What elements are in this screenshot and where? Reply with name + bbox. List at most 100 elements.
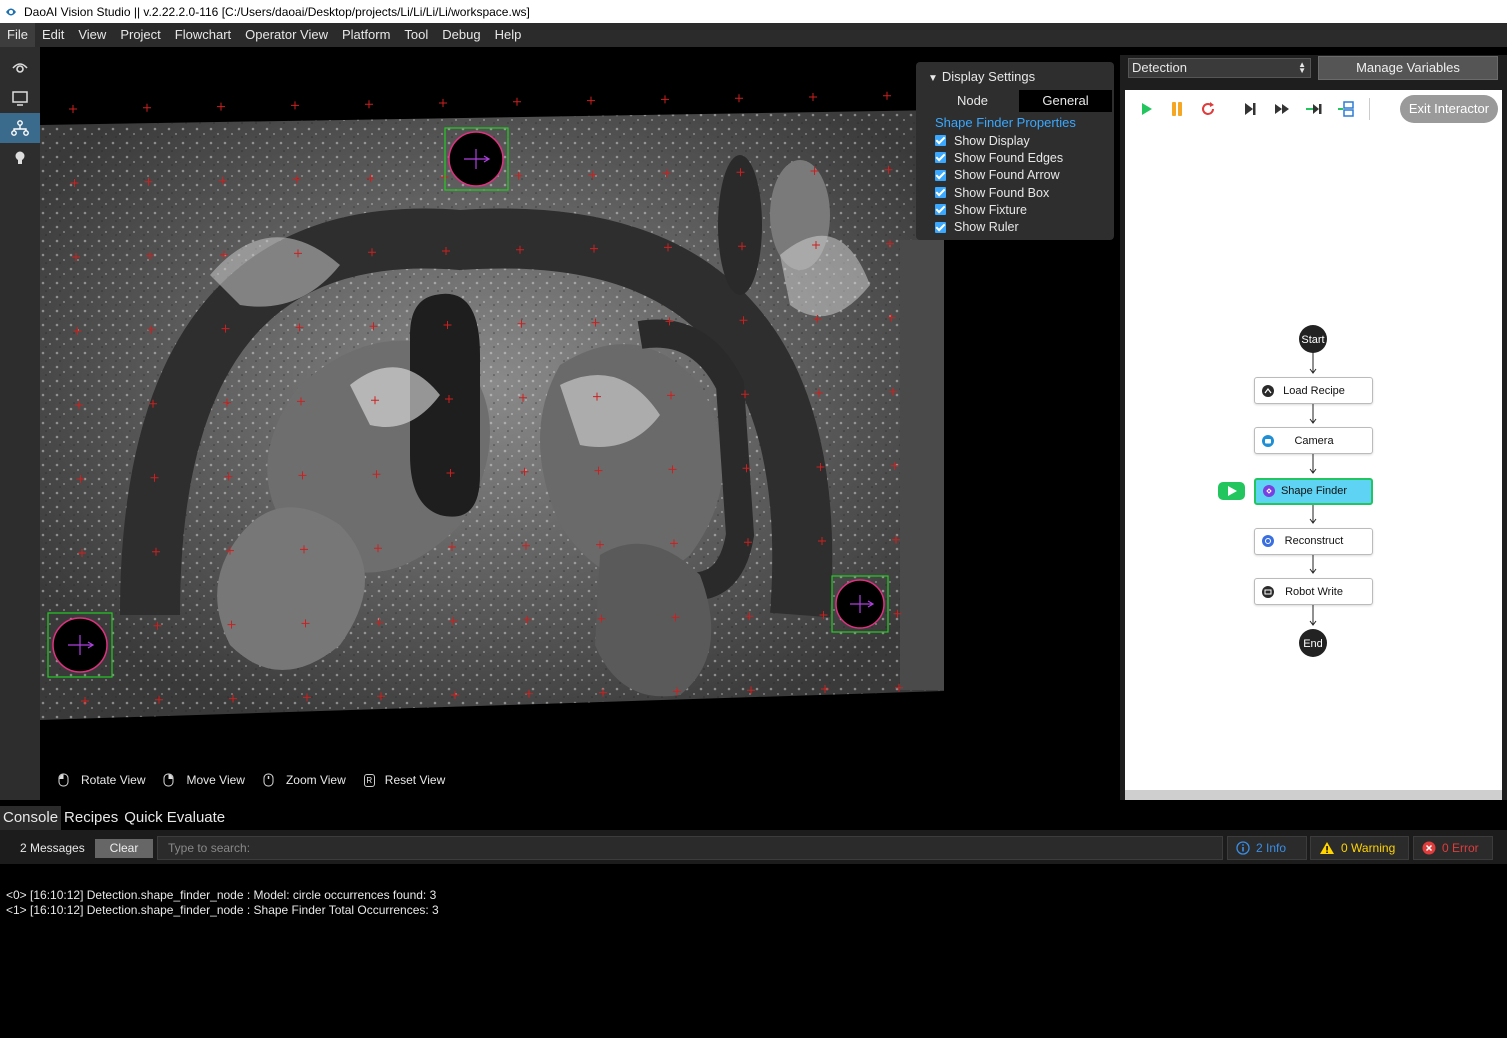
display-options-list: Show Display Show Found Edges Show Found…	[935, 132, 1063, 236]
run-to-node-icon[interactable]	[1305, 100, 1323, 118]
info-filter-button[interactable]: 2 Info	[1227, 836, 1307, 860]
tab-general[interactable]: General	[1019, 90, 1112, 112]
grid-cross	[735, 94, 743, 103]
operator-view-icon[interactable]	[0, 53, 40, 83]
menu-debug[interactable]: Debug	[435, 23, 487, 47]
breakpoint-icon[interactable]	[1337, 100, 1355, 118]
flow-node-shape-finder[interactable]: Shape Finder	[1254, 477, 1373, 505]
collapse-triangle-icon: ▼	[928, 73, 938, 84]
camera-icon	[1262, 434, 1274, 447]
warning-filter-button[interactable]: 0 Warning	[1310, 836, 1409, 860]
restart-icon[interactable]	[1199, 100, 1217, 118]
menu-edit[interactable]: Edit	[35, 23, 71, 47]
flow-node-load-recipe[interactable]: Load Recipe	[1254, 377, 1373, 404]
zoom-view-hint: Zoom View	[263, 773, 346, 787]
flow-node-label: Load Recipe	[1283, 384, 1345, 397]
end-node[interactable]: End	[1299, 629, 1327, 657]
toolbar-divider	[1369, 98, 1370, 120]
manage-variables-button[interactable]: Manage Variables	[1318, 56, 1498, 80]
option-show-found-arrow[interactable]: Show Found Arrow	[935, 167, 1063, 184]
reset-view-label: Reset View	[384, 773, 446, 787]
log-line: <0> [16:10:12] Detection.shape_finder_no…	[6, 888, 437, 902]
r-key-icon: R	[363, 773, 375, 787]
left-sidebar	[0, 47, 40, 800]
grid-cross	[365, 100, 373, 109]
exit-interactor-button[interactable]: Exit Interactor	[1400, 95, 1498, 123]
tab-node[interactable]: Node	[926, 90, 1019, 112]
flow-node-reconstruct[interactable]: Reconstruct	[1254, 527, 1373, 555]
tab-recipes[interactable]: Recipes	[61, 806, 121, 830]
console-search-input[interactable]: Type to search:	[157, 836, 1223, 860]
info-icon	[1236, 841, 1250, 855]
grid-cross	[587, 96, 595, 105]
shape-finder-icon	[1263, 485, 1275, 498]
flow-node-camera[interactable]: Camera	[1254, 427, 1373, 455]
svg-text:End: End	[1303, 638, 1323, 650]
menu-operator-view[interactable]: Operator View	[238, 23, 335, 47]
mouse-left-icon	[58, 773, 69, 787]
window-title: DaoAI Vision Studio || v.2.22.2.0-116 [C…	[24, 4, 530, 19]
option-show-fixture[interactable]: Show Fixture	[935, 201, 1063, 218]
grid-cross	[143, 103, 151, 112]
play-icon[interactable]	[1137, 100, 1155, 118]
message-count: 2 Messages	[20, 841, 85, 855]
move-view-hint: Move View	[163, 773, 245, 787]
flowchart-icon[interactable]	[0, 113, 40, 143]
checkbox-checked-icon[interactable]	[935, 169, 946, 181]
menu-flowchart[interactable]: Flowchart	[168, 23, 238, 47]
load-recipe-icon	[1262, 384, 1274, 397]
display-settings-tabs: Node General	[926, 90, 1112, 112]
menu-help[interactable]: Help	[488, 23, 529, 47]
mouse-right-icon	[163, 773, 174, 787]
grid-cross	[661, 95, 669, 104]
menu-view[interactable]: View	[71, 23, 113, 47]
svg-text:Start: Start	[1301, 334, 1324, 346]
shape-finder-properties-header: Shape Finder Properties	[935, 115, 1076, 130]
flow-node-label: Camera	[1294, 434, 1334, 447]
robot-write-icon	[1262, 585, 1274, 598]
option-show-found-box[interactable]: Show Found Box	[935, 184, 1063, 201]
flowchart-canvas[interactable]: Exit Interactor Start End Load Recipe Cam…	[1125, 90, 1502, 790]
app-logo-icon	[6, 8, 16, 15]
rotate-view-label: Rotate View	[81, 773, 146, 787]
lightbulb-icon[interactable]	[0, 143, 40, 173]
step-icon[interactable]	[1241, 100, 1259, 118]
grid-cross	[69, 105, 77, 113]
option-show-display[interactable]: Show Display	[935, 132, 1063, 149]
checkbox-checked-icon[interactable]	[935, 152, 946, 164]
flow-node-robot-write[interactable]: Robot Write	[1254, 578, 1373, 606]
tab-console[interactable]: Console	[0, 806, 62, 830]
checkbox-checked-icon[interactable]	[935, 221, 946, 233]
menu-project[interactable]: Project	[113, 23, 167, 47]
grid-cross	[291, 101, 299, 110]
checkbox-checked-icon[interactable]	[935, 135, 946, 147]
menu-tool[interactable]: Tool	[397, 23, 435, 47]
error-filter-button[interactable]: 0 Error	[1413, 836, 1493, 860]
fast-forward-icon[interactable]	[1273, 100, 1291, 118]
updown-arrow-icon: ▲ ▼	[1298, 60, 1306, 75]
menu-file[interactable]: File	[0, 23, 35, 47]
flow-horizontal-scrollbar[interactable]	[1125, 790, 1502, 800]
grid-cross	[439, 99, 447, 107]
grid-cross	[513, 97, 521, 106]
option-show-found-edges[interactable]: Show Found Edges	[935, 149, 1063, 166]
menu-platform[interactable]: Platform	[335, 23, 397, 47]
display-icon[interactable]	[0, 83, 40, 113]
checkbox-checked-icon[interactable]	[935, 204, 946, 216]
rotate-view-hint: Rotate View	[58, 773, 145, 787]
flow-select-dropdown[interactable]: Detection ▲ ▼	[1128, 58, 1311, 78]
console-toolbar: 2 Messages Clear Type to search: 2 Info …	[0, 830, 1507, 864]
flow-node-label: Robot Write	[1285, 585, 1343, 598]
checkbox-checked-icon[interactable]	[935, 187, 946, 199]
active-node-play-icon[interactable]	[1218, 482, 1245, 500]
bottom-tabs: Console Recipes Quick Evaluate	[0, 806, 1507, 830]
pause-icon[interactable]	[1168, 100, 1186, 118]
start-node[interactable]: Start	[1299, 325, 1327, 353]
option-show-ruler[interactable]: Show Ruler	[935, 218, 1063, 235]
display-settings-header[interactable]: ▼ Display Settings	[928, 69, 1035, 84]
tab-quick-evaluate[interactable]: Quick Evaluate	[121, 806, 228, 830]
warning-icon	[1320, 842, 1334, 854]
grid-cross	[217, 102, 225, 111]
view-tools: Rotate View Move View Zoom View R Reset …	[58, 773, 463, 787]
clear-button[interactable]: Clear	[95, 839, 153, 858]
